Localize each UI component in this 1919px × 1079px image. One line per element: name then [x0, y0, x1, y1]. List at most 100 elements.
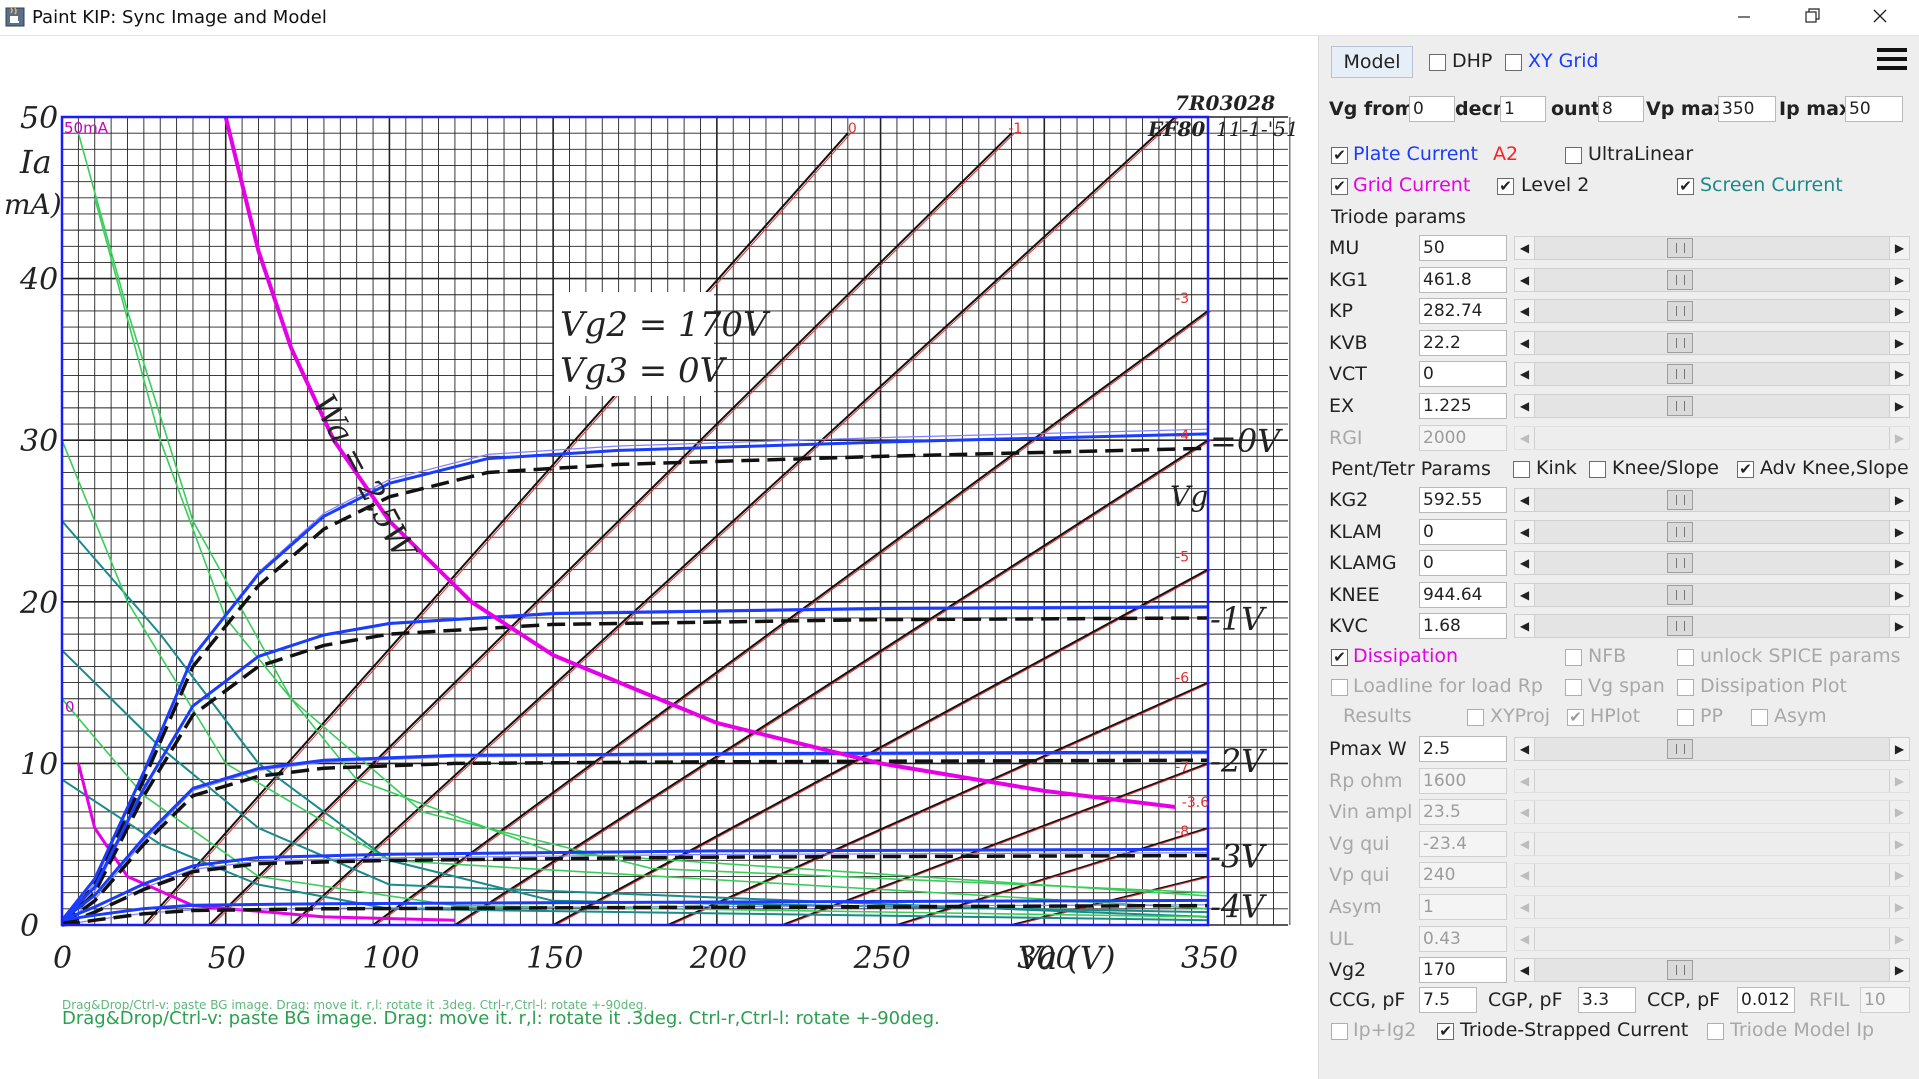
slider-left-arrow-icon[interactable]: ◀ — [1515, 331, 1535, 354]
level2-checkbox[interactable]: ✔ — [1497, 178, 1514, 195]
slider-right-arrow-icon[interactable]: ▶ — [1889, 237, 1909, 259]
xygrid-checkbox[interactable] — [1505, 54, 1522, 71]
param-value-field[interactable]: 0 — [1419, 361, 1507, 388]
grid-current-checkbox[interactable]: ✔ — [1331, 178, 1348, 195]
param-value-field[interactable]: 0 — [1419, 518, 1507, 545]
slider-right-arrow-icon[interactable]: ▶ — [1889, 738, 1909, 760]
slider-left-arrow-icon[interactable]: ◀ — [1515, 268, 1535, 291]
slider-right-arrow-icon[interactable]: ▶ — [1889, 583, 1909, 606]
slider-left-arrow-icon[interactable]: ◀ — [1515, 237, 1535, 259]
slider-right-arrow-icon[interactable]: ▶ — [1889, 520, 1909, 543]
slider-left-arrow-icon[interactable]: ◀ — [1515, 363, 1535, 386]
triode-model-checkbox[interactable] — [1707, 1023, 1724, 1040]
slider-thumb[interactable] — [1667, 616, 1693, 637]
slider-left-arrow-icon[interactable]: ◀ — [1515, 832, 1535, 855]
triode-strapped-checkbox[interactable]: ✔ — [1437, 1023, 1454, 1040]
adv-knee-checkbox[interactable]: ✔ — [1737, 461, 1754, 478]
param-slider[interactable]: ◀ ▶ — [1514, 488, 1910, 512]
slider-thumb[interactable] — [1667, 490, 1693, 510]
param-slider[interactable]: ◀ ▶ — [1514, 737, 1910, 761]
asym-checkbox[interactable] — [1751, 709, 1768, 726]
slider-thumb[interactable] — [1667, 584, 1693, 605]
slider-right-arrow-icon[interactable]: ▶ — [1889, 896, 1909, 918]
slider-left-arrow-icon[interactable]: ◀ — [1515, 300, 1535, 323]
vg-span-checkbox[interactable] — [1565, 679, 1582, 696]
slider-left-arrow-icon[interactable]: ◀ — [1515, 583, 1535, 606]
slider-thumb[interactable] — [1667, 960, 1693, 981]
slider-left-arrow-icon[interactable]: ◀ — [1515, 426, 1535, 449]
ultralinear-checkbox[interactable] — [1565, 147, 1582, 164]
param-slider[interactable]: ◀ ▶ — [1514, 425, 1910, 450]
ipmax-field[interactable]: 50 — [1845, 96, 1903, 122]
slider-right-arrow-icon[interactable]: ▶ — [1889, 927, 1909, 950]
ccg-field[interactable]: 7.5 — [1419, 987, 1477, 1013]
ip-ig2-checkbox[interactable] — [1331, 1023, 1348, 1040]
count-field[interactable]: 8 — [1598, 96, 1644, 122]
screen-current-checkbox[interactable]: ✔ — [1677, 178, 1694, 195]
slider-right-arrow-icon[interactable]: ▶ — [1889, 300, 1909, 323]
slider-left-arrow-icon[interactable]: ◀ — [1515, 959, 1535, 982]
slider-left-arrow-icon[interactable]: ◀ — [1515, 489, 1535, 511]
restore-button[interactable] — [1778, 0, 1846, 36]
ccp-field[interactable]: 0.012 — [1737, 987, 1795, 1013]
pp-checkbox[interactable] — [1677, 709, 1694, 726]
slider-thumb[interactable] — [1667, 269, 1693, 290]
param-slider[interactable]: ◀ ▶ — [1514, 800, 1910, 825]
param-value-field[interactable]: 50 — [1419, 235, 1507, 261]
loadline-checkbox[interactable] — [1331, 679, 1348, 696]
param-value-field[interactable]: 1600 — [1419, 767, 1507, 794]
param-slider[interactable]: ◀ ▶ — [1514, 582, 1910, 607]
param-slider[interactable]: ◀ ▶ — [1514, 768, 1910, 793]
decr-field[interactable]: 1 — [1500, 96, 1546, 122]
param-value-field[interactable]: 592.55 — [1419, 487, 1507, 513]
param-slider[interactable]: ◀ ▶ — [1514, 831, 1910, 856]
slider-thumb[interactable] — [1667, 332, 1693, 353]
param-value-field[interactable]: 1.68 — [1419, 613, 1507, 640]
hplot-checkbox[interactable]: ✔ — [1567, 709, 1584, 726]
slider-right-arrow-icon[interactable]: ▶ — [1889, 832, 1909, 855]
unlock-spice-checkbox[interactable] — [1677, 649, 1694, 666]
param-slider[interactable]: ◀ ▶ — [1514, 394, 1910, 418]
param-value-field[interactable]: 0.43 — [1419, 925, 1507, 952]
param-value-field[interactable]: 22.2 — [1419, 329, 1507, 356]
slider-thumb[interactable] — [1667, 238, 1693, 258]
slider-thumb[interactable] — [1667, 364, 1693, 385]
close-button[interactable] — [1846, 0, 1914, 36]
param-value-field[interactable]: 23.5 — [1419, 799, 1507, 826]
vpmax-field[interactable]: 350 — [1718, 96, 1776, 122]
param-value-field[interactable]: 2000 — [1419, 424, 1507, 451]
rfil-field[interactable]: 10 — [1860, 987, 1910, 1013]
slider-thumb[interactable] — [1667, 739, 1693, 759]
minimize-button[interactable] — [1710, 0, 1778, 36]
nfb-checkbox[interactable] — [1565, 649, 1582, 666]
slider-right-arrow-icon[interactable]: ▶ — [1889, 331, 1909, 354]
kink-checkbox[interactable] — [1513, 461, 1530, 478]
slider-right-arrow-icon[interactable]: ▶ — [1889, 959, 1909, 982]
slider-right-arrow-icon[interactable]: ▶ — [1889, 363, 1909, 386]
param-slider[interactable]: ◀ ▶ — [1514, 362, 1910, 387]
slider-left-arrow-icon[interactable]: ◀ — [1515, 520, 1535, 543]
param-value-field[interactable]: -23.4 — [1419, 830, 1507, 857]
param-slider[interactable]: ◀ ▶ — [1514, 330, 1910, 355]
param-slider[interactable]: ◀ ▶ — [1514, 299, 1910, 324]
slider-right-arrow-icon[interactable]: ▶ — [1889, 552, 1909, 575]
cgp-field[interactable]: 3.3 — [1578, 987, 1636, 1013]
param-value-field[interactable]: 240 — [1419, 862, 1507, 889]
plot-canvas[interactable]: 0 10 20 30 40 50 0 50 100 150 200 250 300 350 Ia mA) … — [0, 36, 1318, 1079]
dissipation-plot-checkbox[interactable] — [1677, 679, 1694, 696]
param-slider[interactable]: ◀ ▶ — [1514, 267, 1910, 292]
slider-thumb[interactable] — [1667, 553, 1693, 574]
model-button[interactable]: Model — [1331, 46, 1413, 78]
param-value-field[interactable]: 170 — [1419, 957, 1507, 984]
param-slider[interactable]: ◀ ▶ — [1514, 551, 1910, 576]
slider-right-arrow-icon[interactable]: ▶ — [1889, 268, 1909, 291]
knee-slope-checkbox[interactable] — [1589, 461, 1606, 478]
plate-current-checkbox[interactable]: ✔ — [1331, 147, 1348, 164]
param-slider[interactable]: ◀ ▶ — [1514, 236, 1910, 260]
param-value-field[interactable]: 1 — [1419, 894, 1507, 920]
slider-left-arrow-icon[interactable]: ◀ — [1515, 769, 1535, 792]
param-slider[interactable]: ◀ ▶ — [1514, 926, 1910, 951]
param-slider[interactable]: ◀ ▶ — [1514, 614, 1910, 639]
slider-right-arrow-icon[interactable]: ▶ — [1889, 801, 1909, 824]
param-value-field[interactable]: 944.64 — [1419, 581, 1507, 608]
